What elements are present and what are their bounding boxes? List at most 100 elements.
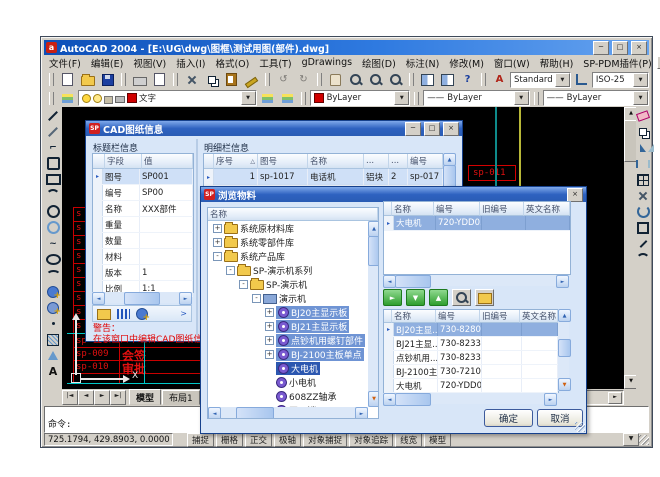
help-button[interactable]: ? (458, 72, 477, 88)
scroll-right-icon[interactable]: ► (179, 292, 192, 305)
ellipse-arc-button[interactable] (45, 268, 62, 283)
tree-item-product-lib[interactable]: - 系统产品库 (208, 249, 378, 263)
prev-tab-button[interactable]: ◄ (78, 390, 94, 405)
menu-sp-pdm-plugin[interactable]: SP-PDM插件(P) (578, 56, 656, 70)
scroll-right-icon[interactable]: ► (544, 393, 557, 406)
designcenter-button[interactable] (438, 72, 457, 88)
menu-draw[interactable]: 绘图(D) (357, 56, 401, 70)
next-tab-button[interactable]: ► (94, 390, 110, 405)
cad-info-maximize-button[interactable]: □ (424, 122, 440, 136)
top-table-hscrollbar[interactable]: ◄ ► (383, 275, 569, 286)
menu-format[interactable]: 格式(O) (210, 56, 254, 70)
array-button[interactable] (636, 172, 650, 187)
properties-button[interactable] (418, 72, 437, 88)
minimize-button[interactable]: ─ (593, 41, 609, 55)
resize-grip[interactable] (639, 435, 649, 445)
english-name-header[interactable]: 英文名称 (524, 202, 570, 216)
table-row[interactable]: 重量 (93, 217, 193, 233)
construction-line-button[interactable] (45, 124, 62, 139)
cut-button[interactable] (182, 72, 201, 88)
cad-info-close-button[interactable]: × (443, 122, 459, 136)
tree-item-small-motor[interactable]: 小电机 (208, 375, 378, 389)
cad-info-minimize-button[interactable]: ─ (405, 122, 421, 136)
text-style-combo[interactable]: Standard ▼ (510, 72, 571, 88)
expand-icon[interactable]: + (265, 322, 274, 331)
pane-splitter[interactable] (196, 139, 198, 335)
fields-hscrollbar[interactable]: ◄ ► (92, 292, 192, 303)
scroll-up-icon[interactable]: ▲ (368, 221, 379, 237)
name-header[interactable]: 名称 (308, 154, 364, 169)
new-button[interactable] (58, 72, 77, 88)
chevron-down-icon[interactable]: ▼ (555, 73, 570, 87)
trim-button[interactable] (636, 236, 650, 251)
last-tab-button[interactable]: ►| (110, 390, 126, 405)
collapse-icon[interactable]: - (213, 252, 222, 261)
tab-layout1[interactable]: 布局1 (162, 390, 200, 405)
tree-item-screw-part[interactable]: + 点钞机用螺钉部件 (208, 333, 378, 347)
edit-form-button[interactable] (97, 309, 111, 320)
code-header[interactable]: 编号 (408, 154, 443, 169)
hatch-button[interactable] (45, 332, 62, 347)
table-row[interactable]: ▸ 大电机 720-YDD0... (384, 216, 570, 231)
open-button[interactable] (78, 72, 97, 88)
window-titlebar[interactable]: a AutoCAD 2004 - [E:\UG\dwg\图框\测试用图(部件).… (44, 40, 649, 55)
layer-combo[interactable]: 文字 ▼ (78, 90, 257, 106)
revision-cloud-button[interactable] (45, 220, 62, 235)
code-header[interactable]: 编号 (434, 202, 480, 216)
field-header[interactable]: 字段 (105, 154, 142, 169)
chevron-down-icon[interactable]: ▼ (394, 91, 409, 105)
plot-button[interactable] (130, 72, 149, 88)
match-properties-button[interactable] (242, 72, 261, 88)
table-row[interactable]: 编号 SP00 (93, 185, 193, 201)
ellipse-button[interactable] (45, 252, 62, 267)
toolbar-grip[interactable] (49, 92, 54, 105)
name-header[interactable]: 名称 (392, 202, 434, 216)
maximize-button[interactable]: □ (612, 41, 628, 55)
scroll-left-icon[interactable]: ◄ (92, 292, 105, 305)
toggle-grid[interactable]: 栅格 (216, 433, 243, 447)
table-row[interactable]: BJ-2100主... 730-7210... (384, 365, 558, 379)
add-selected-button[interactable]: ► (383, 289, 402, 306)
menu-view[interactable]: 视图(V) (128, 56, 171, 70)
first-tab-button[interactable]: |◄ (62, 390, 78, 405)
tree-hscrollbar[interactable]: ◄ ► (208, 407, 368, 418)
browse-close-button[interactable]: × (567, 188, 583, 202)
table-row[interactable]: 版本 1 (93, 265, 193, 281)
expand-icon[interactable]: + (213, 238, 222, 247)
tree-vscrollbar[interactable]: ▲ ▼ (368, 221, 378, 407)
barcode-button[interactable] (117, 309, 130, 319)
tree-item-bj21-board[interactable]: + BJ21主显示板 (208, 319, 378, 333)
menu-tools[interactable]: 工具(T) (254, 56, 296, 70)
expand-icon[interactable]: + (265, 350, 274, 359)
old-code-header[interactable]: 旧编号 (480, 202, 524, 216)
close-button[interactable]: × (631, 41, 647, 55)
undo-button[interactable]: ↺ (274, 72, 293, 88)
tree-item-demo-machine[interactable]: - 演示机 (208, 291, 378, 305)
make-layer-current-button[interactable] (258, 90, 277, 106)
canvas-vscrollbar[interactable]: ▲ ▼ (624, 107, 636, 389)
browse-titlebar[interactable]: SP 浏览物料 × (201, 187, 586, 202)
move-button[interactable] (636, 188, 650, 203)
polygon-button[interactable] (45, 156, 62, 171)
chevron-down-icon[interactable]: ▼ (633, 73, 648, 87)
scroll-down-icon[interactable]: ▼ (368, 391, 379, 407)
open-item-button[interactable] (475, 289, 494, 306)
toggle-polar[interactable]: 极轴 (274, 433, 301, 447)
arc-button[interactable] (45, 188, 62, 203)
status-menu-arrow[interactable]: ▼ (623, 433, 639, 446)
scale-button[interactable] (636, 220, 650, 235)
toggle-osnap[interactable]: 对象捕捉 (303, 433, 347, 447)
table-row[interactable]: 点钞机用... 730-8233... (384, 351, 558, 365)
scroll-thumb[interactable] (236, 407, 274, 419)
offset-button[interactable] (636, 156, 650, 171)
expand-icon[interactable]: + (213, 224, 222, 233)
move-down-button[interactable]: ▼ (406, 289, 425, 306)
result-vscrollbar[interactable]: ▲ ▼ (558, 309, 569, 391)
tree-item-parts-lib[interactable]: + 系统零部件库 (208, 235, 378, 249)
rectangle-button[interactable] (45, 172, 62, 187)
toggle-otrack[interactable]: 对象追踪 (349, 433, 393, 447)
tree-item-bearing[interactable]: 608ZZ轴承 (208, 389, 378, 403)
add-part-button[interactable] (136, 308, 148, 320)
seq-header[interactable]: 序号△ (214, 154, 258, 169)
redo-button[interactable]: ↻ (294, 72, 313, 88)
